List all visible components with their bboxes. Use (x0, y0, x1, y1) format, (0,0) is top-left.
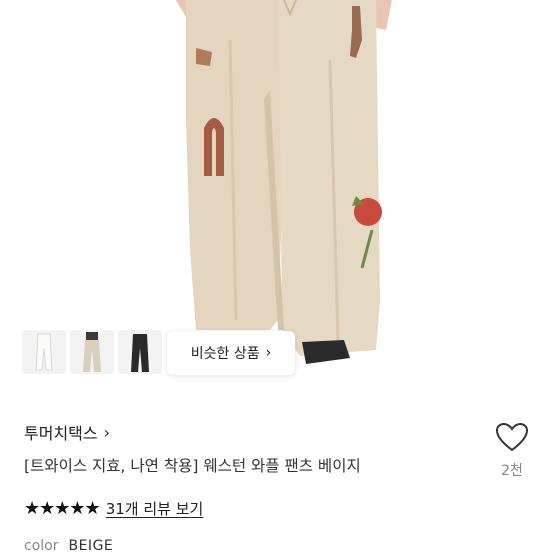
brand-name: 투머치택스 (24, 424, 98, 443)
rating-row: ★★★★★ 31개 리뷰 보기 (24, 498, 203, 519)
product-info: 투머치택스 › [트와이스 지효, 나연 착용] 웨스턴 와플 팬츠 베이지 2… (0, 392, 554, 554)
thumbnail-beige-pants[interactable] (70, 330, 114, 374)
chevron-right-icon: › (103, 422, 111, 442)
thumbnail-black-pants[interactable] (118, 330, 162, 374)
color-value: BEIGE (68, 538, 114, 554)
color-label: color (24, 538, 59, 554)
like-button[interactable]: 2천 (492, 422, 532, 480)
similar-products-button[interactable]: 비슷한 상품 › (167, 331, 295, 375)
product-title: [트와이스 지효, 나연 착용] 웨스턴 와플 팬츠 베이지 (24, 457, 361, 475)
similar-products-label: 비슷한 상품 (190, 346, 260, 362)
brand-link[interactable]: 투머치택스 › (24, 420, 110, 444)
star-rating: ★★★★★ (24, 498, 101, 519)
chevron-right-icon: › (265, 345, 272, 361)
like-count: 2천 (501, 463, 523, 479)
review-link[interactable]: 31개 리뷰 보기 (106, 498, 204, 519)
heart-icon (495, 422, 529, 452)
thumbnail-white-pants[interactable] (22, 330, 66, 374)
color-row: color BEIGE (24, 538, 113, 554)
thumbnail-strip (22, 330, 162, 374)
